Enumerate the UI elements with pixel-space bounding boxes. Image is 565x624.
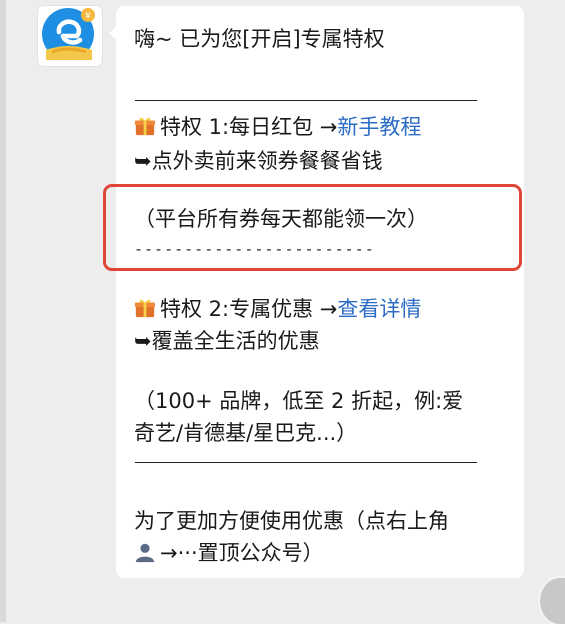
gift-icon: [134, 299, 156, 318]
partial-avatar: [540, 578, 565, 624]
highlight-box: [103, 184, 522, 271]
window-edge: [0, 0, 6, 622]
privilege-2-label: 特权 2:专属优惠 →: [160, 297, 338, 321]
privilege-1-title: 特权 1:每日红包 →新手教程: [134, 112, 421, 142]
gift-icon: [134, 117, 156, 136]
privilege-2-note-2: 奇艺/肯德基/星巴克...）: [134, 421, 358, 445]
footer-text-2-label: →···置顶公众号）: [160, 541, 324, 565]
details-link[interactable]: 查看详情: [337, 297, 421, 321]
privilege-1-desc: ➥点外卖前来领券餐餐省钱: [134, 149, 383, 173]
sender-avatar[interactable]: ¥: [38, 6, 102, 66]
svg-text:¥: ¥: [85, 12, 91, 22]
person-icon: [135, 543, 155, 563]
privilege-1-label: 特权 1:每日红包 →: [160, 115, 338, 139]
bubble-tail: [109, 26, 117, 40]
privilege-2-desc: ➥覆盖全生活的优惠: [134, 329, 320, 353]
divider-bottom: [135, 462, 477, 463]
tutorial-link[interactable]: 新手教程: [337, 115, 421, 139]
privilege-2-note-1: （100+ 品牌，低至 2 折起，例:爱: [134, 389, 464, 413]
message-bubble[interactable]: 嗨~ 已为您[开启]专属特权 特权 1:每日红包 →新手教程 ➥点外卖前来领券餐…: [109, 6, 524, 578]
footer-text-2: →···置顶公众号）: [134, 538, 324, 568]
eleme-logo-icon: ¥: [38, 6, 102, 66]
divider-top: [135, 100, 477, 101]
footer-text-1: 为了更加方便使用优惠（点右上角: [134, 509, 449, 533]
greeting-text: 嗨~ 已为您[开启]专属特权: [134, 27, 385, 51]
privilege-2-title: 特权 2:专属优惠 →查看详情: [134, 294, 421, 324]
